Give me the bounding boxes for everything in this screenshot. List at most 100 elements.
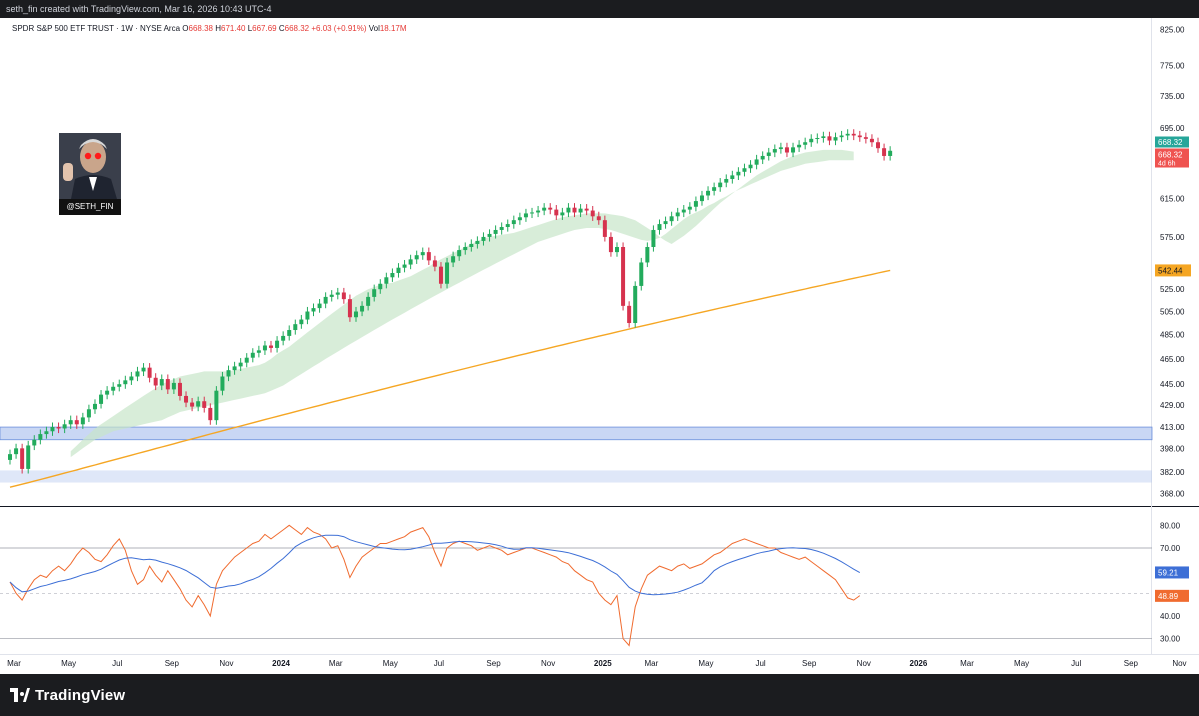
price-tick-label: 445.00 xyxy=(1160,380,1185,389)
candle-body xyxy=(135,371,140,377)
candle-body xyxy=(560,212,565,216)
candle-body xyxy=(62,424,67,429)
candle xyxy=(299,314,304,329)
candle xyxy=(129,371,134,385)
candle-body xyxy=(196,401,201,407)
candle-body xyxy=(499,227,504,230)
candle xyxy=(208,403,213,425)
time-tick-label: Mar xyxy=(644,659,658,668)
candle-body xyxy=(360,305,365,312)
rsi-tag: 48.89 xyxy=(1158,592,1179,601)
candle-body xyxy=(232,366,237,371)
candle xyxy=(396,263,401,278)
candle xyxy=(523,208,528,222)
candle-body xyxy=(226,370,231,377)
candle xyxy=(815,133,820,144)
candle-body xyxy=(165,379,170,390)
time-tick-label: Mar xyxy=(960,659,974,668)
symbol-legend: SPDR S&P 500 ETF TRUST · 1W · NYSE Arca … xyxy=(12,24,407,33)
candle xyxy=(511,215,516,229)
candle xyxy=(736,167,741,180)
candle-body xyxy=(408,259,413,265)
candle-body xyxy=(105,390,110,395)
candle xyxy=(742,163,747,177)
candle xyxy=(566,203,571,218)
candle xyxy=(845,129,850,141)
candle xyxy=(724,174,729,188)
time-tick-label: Jul xyxy=(434,659,444,668)
candle xyxy=(784,142,789,158)
candle-body xyxy=(833,137,838,141)
candle-body xyxy=(177,382,182,396)
candle xyxy=(111,382,116,396)
candle xyxy=(766,147,771,161)
candle xyxy=(821,131,826,143)
candle-body xyxy=(663,221,668,225)
candle xyxy=(414,250,419,264)
candle-body xyxy=(706,190,711,196)
candle xyxy=(687,202,692,215)
price-tick-label: 525.00 xyxy=(1160,285,1185,294)
candle-body xyxy=(317,303,322,309)
candle-body xyxy=(20,448,25,469)
candle-body xyxy=(584,208,589,211)
candle-body xyxy=(8,454,12,460)
candle xyxy=(341,287,346,304)
candle xyxy=(262,340,267,355)
candle-body xyxy=(141,367,146,372)
candle xyxy=(633,281,638,328)
candle-body xyxy=(220,376,225,391)
candle xyxy=(657,219,662,235)
candle-body xyxy=(250,352,255,358)
candle-body xyxy=(171,382,176,390)
candle xyxy=(287,325,292,341)
candle-body xyxy=(657,224,662,230)
time-tick-label: Nov xyxy=(1172,659,1186,668)
candle-body xyxy=(111,386,116,391)
candle-body xyxy=(627,305,632,324)
candle xyxy=(530,207,535,219)
tradingview-logo[interactable]: TradingView xyxy=(10,685,125,705)
bar-countdown: 4d 6h xyxy=(1158,160,1176,167)
candle xyxy=(408,254,413,270)
candle xyxy=(20,443,25,474)
candle-body xyxy=(323,296,328,304)
candle-body xyxy=(262,345,267,351)
candle xyxy=(876,137,881,153)
candle xyxy=(92,399,97,414)
chart-canvas[interactable]: 825.00775.00735.00695.00655.00615.00575.… xyxy=(0,18,1199,674)
candle-body xyxy=(851,133,856,136)
candle xyxy=(250,348,255,363)
candle xyxy=(390,268,395,282)
candle-body xyxy=(542,207,547,211)
candle xyxy=(311,303,316,317)
price-tick-label: 382.00 xyxy=(1160,468,1185,477)
chart-area[interactable]: 825.00775.00735.00695.00655.00615.00575.… xyxy=(0,18,1199,674)
candle-body xyxy=(687,206,692,210)
candle xyxy=(627,301,632,328)
tradingview-logo-icon xyxy=(10,688,30,702)
candle xyxy=(869,134,874,147)
candle xyxy=(317,299,322,313)
candle xyxy=(669,211,674,226)
candle xyxy=(80,412,85,429)
candle xyxy=(548,203,553,215)
candle xyxy=(572,203,577,218)
candle xyxy=(699,190,704,206)
candle-body xyxy=(44,431,49,435)
price-tick-label: 735.00 xyxy=(1160,92,1185,101)
candle xyxy=(214,386,219,425)
candle-body xyxy=(56,427,61,429)
price-tick-label: 429.00 xyxy=(1160,401,1185,410)
last-price-tag: 668.32 xyxy=(1158,138,1183,147)
candle-body xyxy=(766,152,771,156)
candle xyxy=(293,319,298,335)
candle-body xyxy=(699,195,704,202)
candle xyxy=(882,143,887,161)
price-tick-label: 485.00 xyxy=(1160,331,1185,340)
candle xyxy=(712,182,717,196)
time-tick-label: May xyxy=(383,659,398,668)
price-tick-label: 825.00 xyxy=(1160,25,1185,34)
candle-body xyxy=(74,420,79,425)
time-tick-label: Sep xyxy=(1124,659,1139,668)
